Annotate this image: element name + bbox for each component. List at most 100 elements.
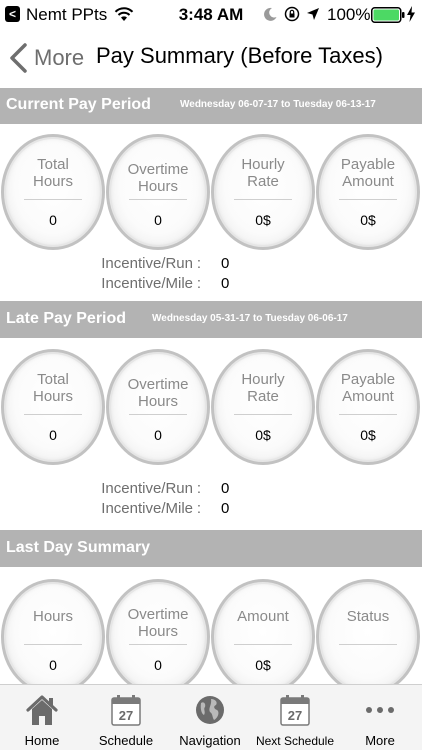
payable-amount-circle: Payable Amount 0$ <box>316 349 420 465</box>
tab-next-schedule[interactable]: 27 Next Schedule <box>252 685 338 750</box>
total-hours-value: 0 <box>49 212 57 228</box>
circle-label: Hourly Rate <box>241 371 285 405</box>
circle-divider <box>24 199 82 200</box>
tab-label: More <box>365 733 395 748</box>
overtime-hours-value: 0 <box>154 212 162 228</box>
circle-label: Overtime Hours <box>127 161 189 195</box>
circle-label: Hours <box>32 608 73 625</box>
circle-divider <box>339 199 397 200</box>
incentive-run-row: Incentive/Run : 0 <box>83 255 283 275</box>
back-label: More <box>34 45 85 70</box>
hourly-rate-circle: Hourly Rate 0$ <box>211 349 315 465</box>
tab-more[interactable]: More <box>338 685 422 750</box>
more-icon <box>366 707 394 713</box>
amount-value: 0$ <box>255 657 271 673</box>
last-day-summary-header: Last Day Summary <box>0 530 422 567</box>
circle-label: Hourly Rate <box>241 156 285 190</box>
tab-label: Navigation <box>179 733 241 748</box>
incentive-mile-row: Incentive/Mile : 0 <box>83 275 283 295</box>
payable-amount-value: 0$ <box>360 212 376 228</box>
calendar-day-text: 27 <box>119 708 133 723</box>
late-pay-period-title: Late Pay Period <box>6 310 127 327</box>
total-hours-circle: Total Hours 0 <box>1 134 105 250</box>
circle-label: Amount <box>237 608 289 625</box>
colon-separator: : <box>196 500 202 517</box>
tab-schedule[interactable]: 27 Schedule <box>84 685 168 750</box>
hourly-rate-value: 0$ <box>255 427 271 443</box>
circle-label: Total Hours <box>32 156 73 190</box>
total-hours-value: 0 <box>49 427 57 443</box>
amount-circle: Amount 0$ <box>211 579 315 695</box>
navigation-bar: More Pay Summary (Before Taxes) <box>0 30 422 88</box>
hourly-rate-circle: Hourly Rate 0$ <box>211 134 315 250</box>
circle-divider <box>24 414 82 415</box>
incentive-run-label: Incentive/Run <box>101 255 193 272</box>
circle-divider <box>234 199 292 200</box>
tab-navigation[interactable]: Navigation <box>168 685 252 750</box>
incentive-mile-value: 0 <box>221 275 230 292</box>
current-pay-period-header: Current Pay Period Wednesday 06-07-17 to… <box>0 88 422 124</box>
calendar-icon: 27 <box>280 695 310 726</box>
circle-label: Total Hours <box>32 371 73 405</box>
last-day-summary-title: Last Day Summary <box>6 539 151 556</box>
circle-divider <box>234 414 292 415</box>
circle-divider <box>234 644 292 645</box>
home-icon <box>26 695 58 725</box>
circle-divider <box>129 414 187 415</box>
circle-label: Payable Amount <box>340 371 396 405</box>
overtime-hours-circle: Overtime Hours 0 <box>106 349 210 465</box>
payable-amount-circle: Payable Amount 0$ <box>316 134 420 250</box>
charging-bolt-icon <box>407 6 415 22</box>
total-hours-circle: Total Hours 0 <box>1 349 105 465</box>
colon-separator: : <box>196 255 202 272</box>
tab-label: Schedule <box>98 733 154 748</box>
circle-label: Status <box>346 608 390 625</box>
payable-amount-value: 0$ <box>360 427 376 443</box>
tab-home[interactable]: Home <box>0 685 84 750</box>
page-title: Pay Summary (Before Taxes) <box>96 43 383 68</box>
circle-divider <box>339 644 397 645</box>
globe-icon <box>196 696 224 724</box>
incentive-run-label: Incentive/Run <box>101 480 193 497</box>
overtime-hours-circle: Overtime Hours 0 <box>106 134 210 250</box>
circle-divider <box>24 644 82 645</box>
overtime-hours-value: 0 <box>154 657 162 673</box>
status-circle: Status <box>316 579 420 695</box>
incentive-mile-label: Incentive/Mile <box>101 275 193 292</box>
circle-divider <box>339 414 397 415</box>
incentive-mile-value: 0 <box>221 500 230 517</box>
colon-separator: : <box>196 480 202 497</box>
circle-label: Payable Amount <box>340 156 396 190</box>
current-pay-period-title: Current Pay Period <box>6 96 151 113</box>
incentive-run-value: 0 <box>221 480 230 497</box>
incentive-run-value: 0 <box>221 255 230 272</box>
circle-label: Overtime Hours <box>127 606 189 640</box>
incentive-mile-label: Incentive/Mile <box>101 500 193 517</box>
hours-value: 0 <box>49 657 57 673</box>
late-pay-period-header: Late Pay Period Wednesday 05-31-17 to Tu… <box>0 301 422 338</box>
rotation-lock-icon <box>284 6 300 22</box>
tab-label: Next Schedule <box>255 734 335 748</box>
moon-icon <box>264 7 277 21</box>
battery-percentage: 100% <box>327 5 371 24</box>
overtime-hours-circle: Overtime Hours 0 <box>106 579 210 695</box>
battery-icon <box>371 7 405 23</box>
colon-separator: : <box>196 275 202 292</box>
calendar-icon: 27 <box>111 695 141 726</box>
overtime-hours-value: 0 <box>154 427 162 443</box>
current-pay-period-dates: Wednesday 06-07-17 to Tuesday 06-13-17 <box>180 99 376 110</box>
tab-label: Home <box>24 733 60 748</box>
status-bar: < Nemt PPts 3:48 AM 100% <box>0 0 422 30</box>
tab-bar: Home 27 Schedule Navigation 27 Next Sche… <box>0 684 422 750</box>
circle-divider <box>129 644 187 645</box>
hours-circle: Hours 0 <box>1 579 105 695</box>
incentive-run-row: Incentive/Run : 0 <box>83 480 283 500</box>
calendar-day-text: 27 <box>288 708 302 723</box>
circle-divider <box>129 199 187 200</box>
location-arrow-icon <box>307 8 319 20</box>
chevron-left-icon <box>10 43 27 73</box>
incentive-mile-row: Incentive/Mile : 0 <box>83 500 283 520</box>
back-button[interactable]: More <box>8 40 84 76</box>
hourly-rate-value: 0$ <box>255 212 271 228</box>
late-pay-period-dates: Wednesday 05-31-17 to Tuesday 06-06-17 <box>152 313 348 324</box>
